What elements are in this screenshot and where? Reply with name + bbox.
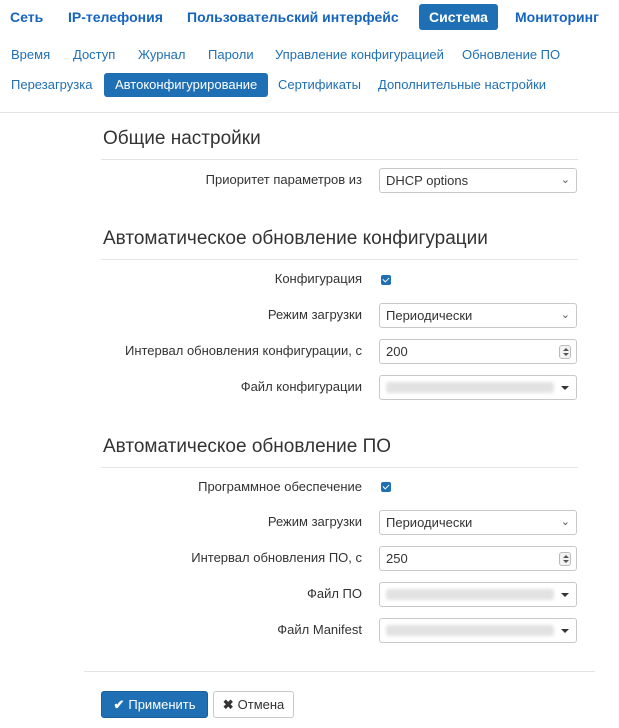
chevron-down-icon: ⌄ [560,516,570,528]
priority-label: Приоритет параметров из [205,172,362,187]
subnav-firmware-update[interactable]: Обновление ПО [451,43,571,67]
config-interval-label: Интервал обновления конфигурации, с [124,343,362,358]
apply-button-label: Применить [128,697,196,712]
fw-file-combo[interactable] [379,582,577,607]
priority-value: DHCP options [386,173,469,188]
close-icon: ✖ [222,697,234,712]
section-title-fw-update: Автоматическое обновление ПО [103,436,392,457]
fw-mode-select[interactable]: Периодически ⌄ [379,510,577,535]
chevron-down-icon: ⌄ [560,174,570,186]
config-file-combo[interactable] [379,375,577,400]
fw-checkbox-label: Программное обеспечение [198,479,362,494]
subnav-config-management[interactable]: Управление конфигурацией [264,43,455,67]
subnav-access[interactable]: Доступ [62,43,126,67]
subnav-advanced-settings[interactable]: Дополнительные настройки [367,73,557,97]
section-divider [101,159,578,160]
nav-system[interactable]: Система [419,4,498,30]
config-file-label: Файл конфигурации [240,379,362,394]
footer-divider [84,671,595,672]
subnav-certificates[interactable]: Сертификаты [267,73,372,97]
subnav-passwords[interactable]: Пароли [197,43,265,67]
caret-down-icon[interactable] [561,386,569,390]
section-title-config-update: Автоматическое обновление конфигурации [103,228,488,249]
cancel-button-label: Отмена [237,697,285,712]
section-divider [101,467,578,468]
spinner-icon[interactable] [559,345,571,359]
config-checkbox[interactable] [381,275,391,285]
nav-user-interface[interactable]: Пользовательский интерфейс [177,4,409,30]
fw-checkbox[interactable] [381,482,391,492]
nav-ip-telephony[interactable]: IP-телефония [58,4,173,30]
manifest-file-combo[interactable] [379,618,577,643]
section-divider [101,259,578,260]
config-interval-value: 200 [386,344,408,359]
subnav-time[interactable]: Время [0,43,61,67]
config-mode-label: Режим загрузки [267,307,362,322]
config-checkbox-label: Конфигурация [274,271,362,286]
fw-mode-value: Периодически [386,515,473,530]
blurred-url [386,589,554,600]
nav-network[interactable]: Сеть [0,4,53,30]
config-mode-select[interactable]: Периодически ⌄ [379,303,577,328]
subnav-log[interactable]: Журнал [127,43,196,67]
section-title-general: Общие настройки [103,128,261,149]
blurred-url [386,625,554,636]
fw-interval-label: Интервал обновления ПО, с [191,550,362,565]
fw-mode-label: Режим загрузки [267,514,362,529]
nav-monitoring[interactable]: Мониторинг [505,4,609,30]
subnav-reboot[interactable]: Перезагрузка [0,73,103,97]
config-interval-input[interactable]: 200 [379,339,577,364]
top-nav: Сеть IP-телефония Пользовательский интер… [0,4,619,32]
fw-file-label: Файл ПО [306,586,362,601]
fw-interval-input[interactable]: 250 [379,546,577,571]
manifest-file-label: Файл Manifest [277,622,362,637]
apply-button[interactable]: ✔ Применить [101,691,208,718]
cancel-button[interactable]: ✖ Отмена [213,691,294,718]
chevron-down-icon: ⌄ [560,309,570,321]
blurred-url [386,382,554,393]
caret-down-icon[interactable] [561,629,569,633]
caret-down-icon[interactable] [561,593,569,597]
fw-interval-value: 250 [386,551,408,566]
priority-select[interactable]: DHCP options ⌄ [379,168,577,193]
nav-divider [0,112,619,113]
subnav-autoconfig[interactable]: Автоконфигурирование [104,73,269,97]
check-icon: ✔ [113,697,125,712]
config-mode-value: Периодически [386,308,473,323]
spinner-icon[interactable] [559,552,571,566]
